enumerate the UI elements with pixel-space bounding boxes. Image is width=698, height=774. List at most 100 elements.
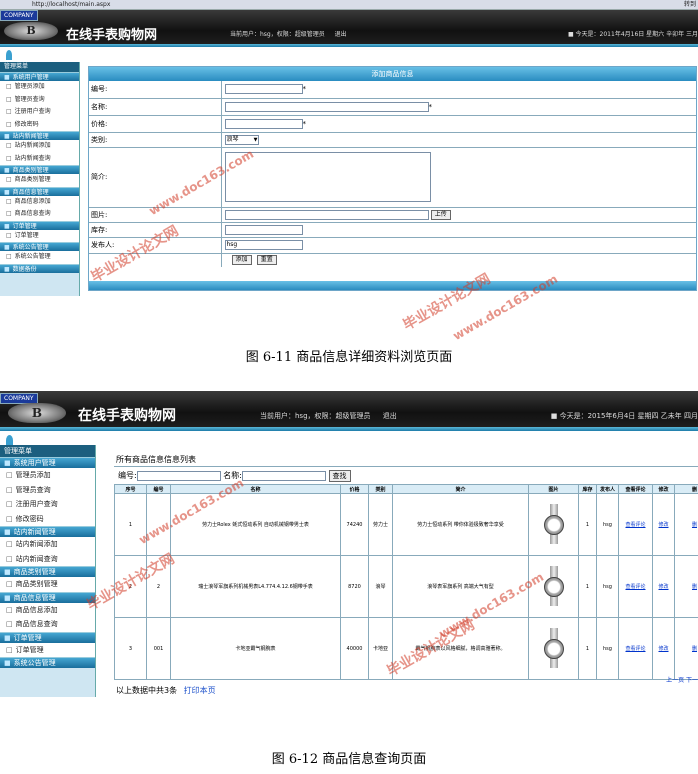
cell-del[interactable]: 删 <box>674 493 698 556</box>
menu-item[interactable]: 管理员查询 <box>0 482 95 497</box>
cell-price: 74240 <box>340 493 369 556</box>
cell-stock: 1 <box>578 493 597 556</box>
date-info: ■ 今天是：2011年4月16日 星期六 辛卯年 三月 <box>567 31 698 38</box>
form-footer-bar <box>89 281 696 290</box>
admin-sidebar: 管理菜单■系统用户管理管理员添加管理员查询注册用户查询修改密码■站内新闻管理站内… <box>0 62 80 296</box>
menu-item[interactable]: 站内新闻查询 <box>0 152 79 165</box>
menu-item[interactable]: 商品信息查询 <box>0 208 79 221</box>
category-select[interactable]: 浪琴 ▼ <box>224 134 259 145</box>
menu-item[interactable]: 站内新闻查询 <box>0 551 95 566</box>
menu-item[interactable]: 修改密码 <box>0 118 79 131</box>
cell-pub: hsg <box>596 493 619 556</box>
cell-name: 卡地亚霸气钢腕表 <box>170 617 341 680</box>
form-title: 添加商品信息 <box>89 67 696 81</box>
column-header: 编号 <box>146 484 171 494</box>
menu-group[interactable]: ■ 系统用户管理 <box>0 457 95 468</box>
menu-group[interactable]: ■ 系统公告管理 <box>0 657 95 668</box>
table-row: 2 2 瑞士浪琴军旗系列机械男表L4.774.4.12.6钢带手表 8720 浪琴 浪琴表… <box>114 555 698 618</box>
required-mark: * <box>302 119 307 128</box>
logout-link[interactable]: 退出 <box>383 412 397 420</box>
menu-item[interactable]: 管理员查询 <box>0 93 79 106</box>
menu-item[interactable]: 管理员添加 <box>0 81 79 94</box>
menu-item[interactable]: 商品信息添加 <box>0 602 95 617</box>
cell-code: 001 <box>146 617 171 680</box>
folder-icon: ■ <box>4 222 10 230</box>
folder-icon: ■ <box>4 593 11 602</box>
cell-name: 瑞士浪琴军旗系列机械男表L4.774.4.12.6钢带手表 <box>170 555 341 618</box>
add-product-form: 添加商品信息 编号: * 名称: * 价格: * 类别: 浪琴 ▼ 简介: 图片: 上传 … <box>88 66 697 291</box>
menu-group[interactable]: ■ 商品类别管理 <box>0 566 95 577</box>
reset-button[interactable]: 重置 <box>256 255 277 266</box>
product-image <box>528 493 579 556</box>
column-header: 修改 <box>652 484 675 494</box>
search-name-input[interactable] <box>241 470 326 481</box>
intro-textarea[interactable] <box>224 152 431 202</box>
menu-group[interactable]: ■ 站内新闻管理 <box>0 131 79 140</box>
logo-letter: B <box>31 406 43 420</box>
menu-group[interactable]: ■ 站内新闻管理 <box>0 526 95 537</box>
address-bar[interactable]: http://localhost/main.aspx 转到 <box>0 0 698 10</box>
cell-review[interactable]: 查看评论 <box>618 617 653 680</box>
publisher-input[interactable]: hsg <box>224 240 303 250</box>
menu-item[interactable]: 订单管理 <box>0 229 79 242</box>
pager[interactable]: 上一页 下一 <box>666 675 698 684</box>
menu-title: 管理菜单 <box>0 445 95 457</box>
cell-del[interactable]: 删 <box>674 555 698 618</box>
menu-item[interactable]: 商品类别管理 <box>0 174 79 187</box>
screenshot-product-query: COMPANY B 在线手表购物网 当前用户：hsg，权限：超级管理员 退出 ■… <box>0 391 698 697</box>
stock-input[interactable] <box>224 224 303 235</box>
menu-group[interactable]: ■ 订单管理 <box>0 220 79 230</box>
image-input[interactable] <box>224 209 429 220</box>
menu-item[interactable]: 系统公告管理 <box>0 251 79 264</box>
search-code-input[interactable] <box>136 470 221 481</box>
menu-item[interactable]: 站内新闻添加 <box>0 140 79 153</box>
site-title: 在线手表购物网 <box>78 408 176 424</box>
menu-group[interactable]: ■ 数据备份 <box>0 263 79 273</box>
menu-item[interactable]: 商品信息添加 <box>0 195 79 208</box>
menu-item[interactable]: 站内新闻添加 <box>0 537 95 552</box>
menu-item[interactable]: 注册用户查询 <box>0 106 79 119</box>
cell-edit[interactable]: 修改 <box>652 555 675 618</box>
upload-button[interactable]: 上传 <box>430 209 451 220</box>
menu-group-label: 商品信息管理 <box>13 593 56 602</box>
folder-icon: ■ <box>4 633 11 642</box>
site-banner: COMPANY B 在线手表购物网 当前用户：hsg，权限：超级管理员 退出 ■… <box>0 391 698 427</box>
folder-icon: ■ <box>4 568 11 576</box>
cell-price: 40000 <box>340 617 369 680</box>
cell-edit[interactable]: 修改 <box>652 493 675 556</box>
column-header: 序号 <box>114 484 147 494</box>
price-input[interactable] <box>224 118 303 129</box>
menu-group[interactable]: ■ 系统用户管理 <box>0 72 79 81</box>
go-button[interactable]: 转到 <box>684 0 696 10</box>
cell-del[interactable]: 删 <box>674 617 698 680</box>
code-input[interactable] <box>224 84 303 95</box>
watch-image <box>541 627 567 668</box>
add-button[interactable]: 添加 <box>231 255 252 266</box>
menu-item[interactable]: 注册用户查询 <box>0 497 95 512</box>
logout-link[interactable]: 退出 <box>335 31 347 38</box>
required-mark: * <box>302 85 307 94</box>
menu-item[interactable]: 商品信息查询 <box>0 617 95 632</box>
print-page-link[interactable]: 打印本页 <box>184 686 216 695</box>
name-input[interactable] <box>224 101 429 112</box>
menu-group[interactable]: ■ 系统公告管理 <box>0 242 79 251</box>
cell-review[interactable]: 查看评论 <box>618 555 653 618</box>
menu-group[interactable]: ■ 商品信息管理 <box>0 591 95 603</box>
menu-group[interactable]: ■ 订单管理 <box>0 631 95 643</box>
cell-review[interactable]: 查看评论 <box>618 493 653 556</box>
column-header: 发布人 <box>596 484 619 494</box>
menu-group-label: 站内新闻管理 <box>12 133 49 140</box>
column-header: 查看评论 <box>618 484 653 494</box>
menu-item[interactable]: 修改密码 <box>0 511 95 526</box>
menu-item[interactable]: 订单管理 <box>0 642 95 657</box>
cell-stock: 1 <box>578 617 597 680</box>
figure-caption-6-12: 图 6-12 商品信息查询页面 <box>271 752 427 767</box>
cell-seq: 3 <box>114 617 147 680</box>
menu-item[interactable]: 管理员添加 <box>0 468 95 483</box>
menu-group[interactable]: ■ 商品信息管理 <box>0 186 79 196</box>
cell-edit[interactable]: 修改 <box>652 617 675 680</box>
search-button[interactable]: 查找 <box>328 469 351 482</box>
menu-item[interactable]: 商品类别管理 <box>0 577 95 592</box>
menu-group[interactable]: ■ 商品类别管理 <box>0 165 79 174</box>
list-footer: 以上数据中共3条 打印本页 <box>116 685 216 696</box>
